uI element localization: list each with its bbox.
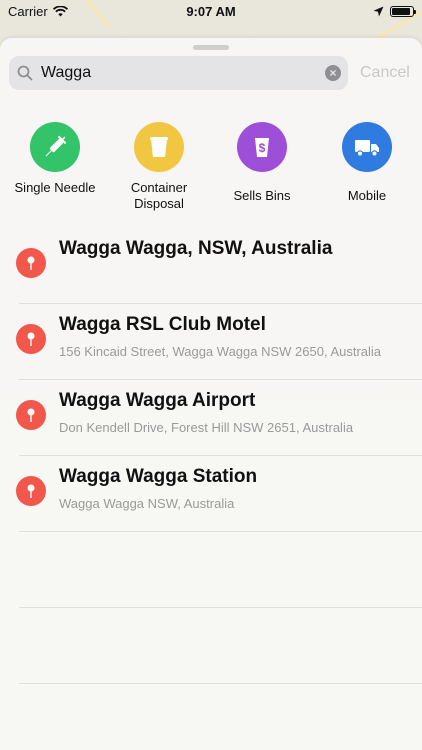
category-circle: [30, 122, 80, 172]
battery-icon: [390, 5, 416, 17]
category-circle: [342, 122, 392, 172]
result-row[interactable]: Wagga RSL Club Motel 156 Kincaid Street,…: [0, 304, 422, 380]
search-input[interactable]: [41, 64, 301, 82]
truck-icon: [355, 140, 379, 157]
wifi-icon: [52, 5, 68, 16]
result-subtitle: Wagga Wagga NSW, Australia: [59, 496, 235, 511]
category-label: Single Needle: [14, 180, 96, 195]
category-label: Container Disposal: [130, 180, 188, 211]
battery-fill: [392, 7, 410, 15]
sheet-grabber[interactable]: [193, 45, 229, 50]
category-bar: Single Needle Container Disposal $ Sells…: [0, 122, 422, 222]
dollar-bin-icon: $: [255, 138, 269, 157]
search-row: × Cancel: [9, 56, 413, 90]
carrier-label: Carrier: [8, 3, 48, 19]
result-title: Wagga Wagga, NSW, Australia: [59, 238, 333, 259]
result-title: Wagga Wagga Airport: [59, 390, 256, 411]
result-row[interactable]: Wagga Wagga Airport Don Kendell Drive, F…: [0, 380, 422, 456]
category-label: Mobile: [347, 188, 387, 203]
map-pin-icon: [16, 248, 46, 278]
category-circle: [134, 122, 184, 172]
clear-search-button[interactable]: ×: [325, 65, 341, 81]
result-subtitle: Don Kendell Drive, Forest Hill NSW 2651,…: [59, 420, 354, 435]
empty-row: [0, 532, 422, 608]
cancel-button[interactable]: Cancel: [360, 64, 410, 82]
location-arrow-icon: [373, 6, 384, 16]
result-row[interactable]: Wagga Wagga Station Wagga Wagga NSW, Aus…: [0, 456, 422, 532]
status-right: [373, 5, 416, 17]
map-pin-icon: [16, 400, 46, 430]
search-sheet: × Cancel Single Needle: [0, 38, 422, 750]
category-container-disposal[interactable]: Container Disposal: [109, 122, 209, 212]
result-title: Wagga Wagga Station: [59, 466, 258, 487]
result-row[interactable]: Wagga Wagga, NSW, Australia: [0, 228, 422, 304]
search-icon: [17, 65, 33, 81]
syringe-icon: [45, 135, 67, 157]
empty-row: [0, 608, 422, 684]
status-bar: Carrier 9:07 AM: [0, 0, 422, 22]
result-title: Wagga RSL Club Motel: [59, 314, 266, 335]
result-subtitle: 156 Kincaid Street, Wagga Wagga NSW 2650…: [59, 344, 382, 359]
svg-text:$: $: [259, 141, 266, 155]
search-results-list: Wagga Wagga, NSW, Australia Wagga RSL Cl…: [0, 228, 422, 684]
divider: [19, 683, 422, 684]
status-left: Carrier: [8, 4, 68, 19]
map-pin-icon: [16, 476, 46, 506]
search-field[interactable]: ×: [9, 56, 348, 90]
category-mobile[interactable]: Mobile: [317, 122, 417, 204]
container-icon: [150, 137, 168, 157]
category-circle: $: [237, 122, 287, 172]
category-label: Sells Bins: [233, 188, 291, 203]
category-single-needle[interactable]: Single Needle: [5, 122, 105, 196]
map-pin-icon: [16, 324, 46, 354]
category-sells-bins[interactable]: $ Sells Bins: [212, 122, 312, 204]
